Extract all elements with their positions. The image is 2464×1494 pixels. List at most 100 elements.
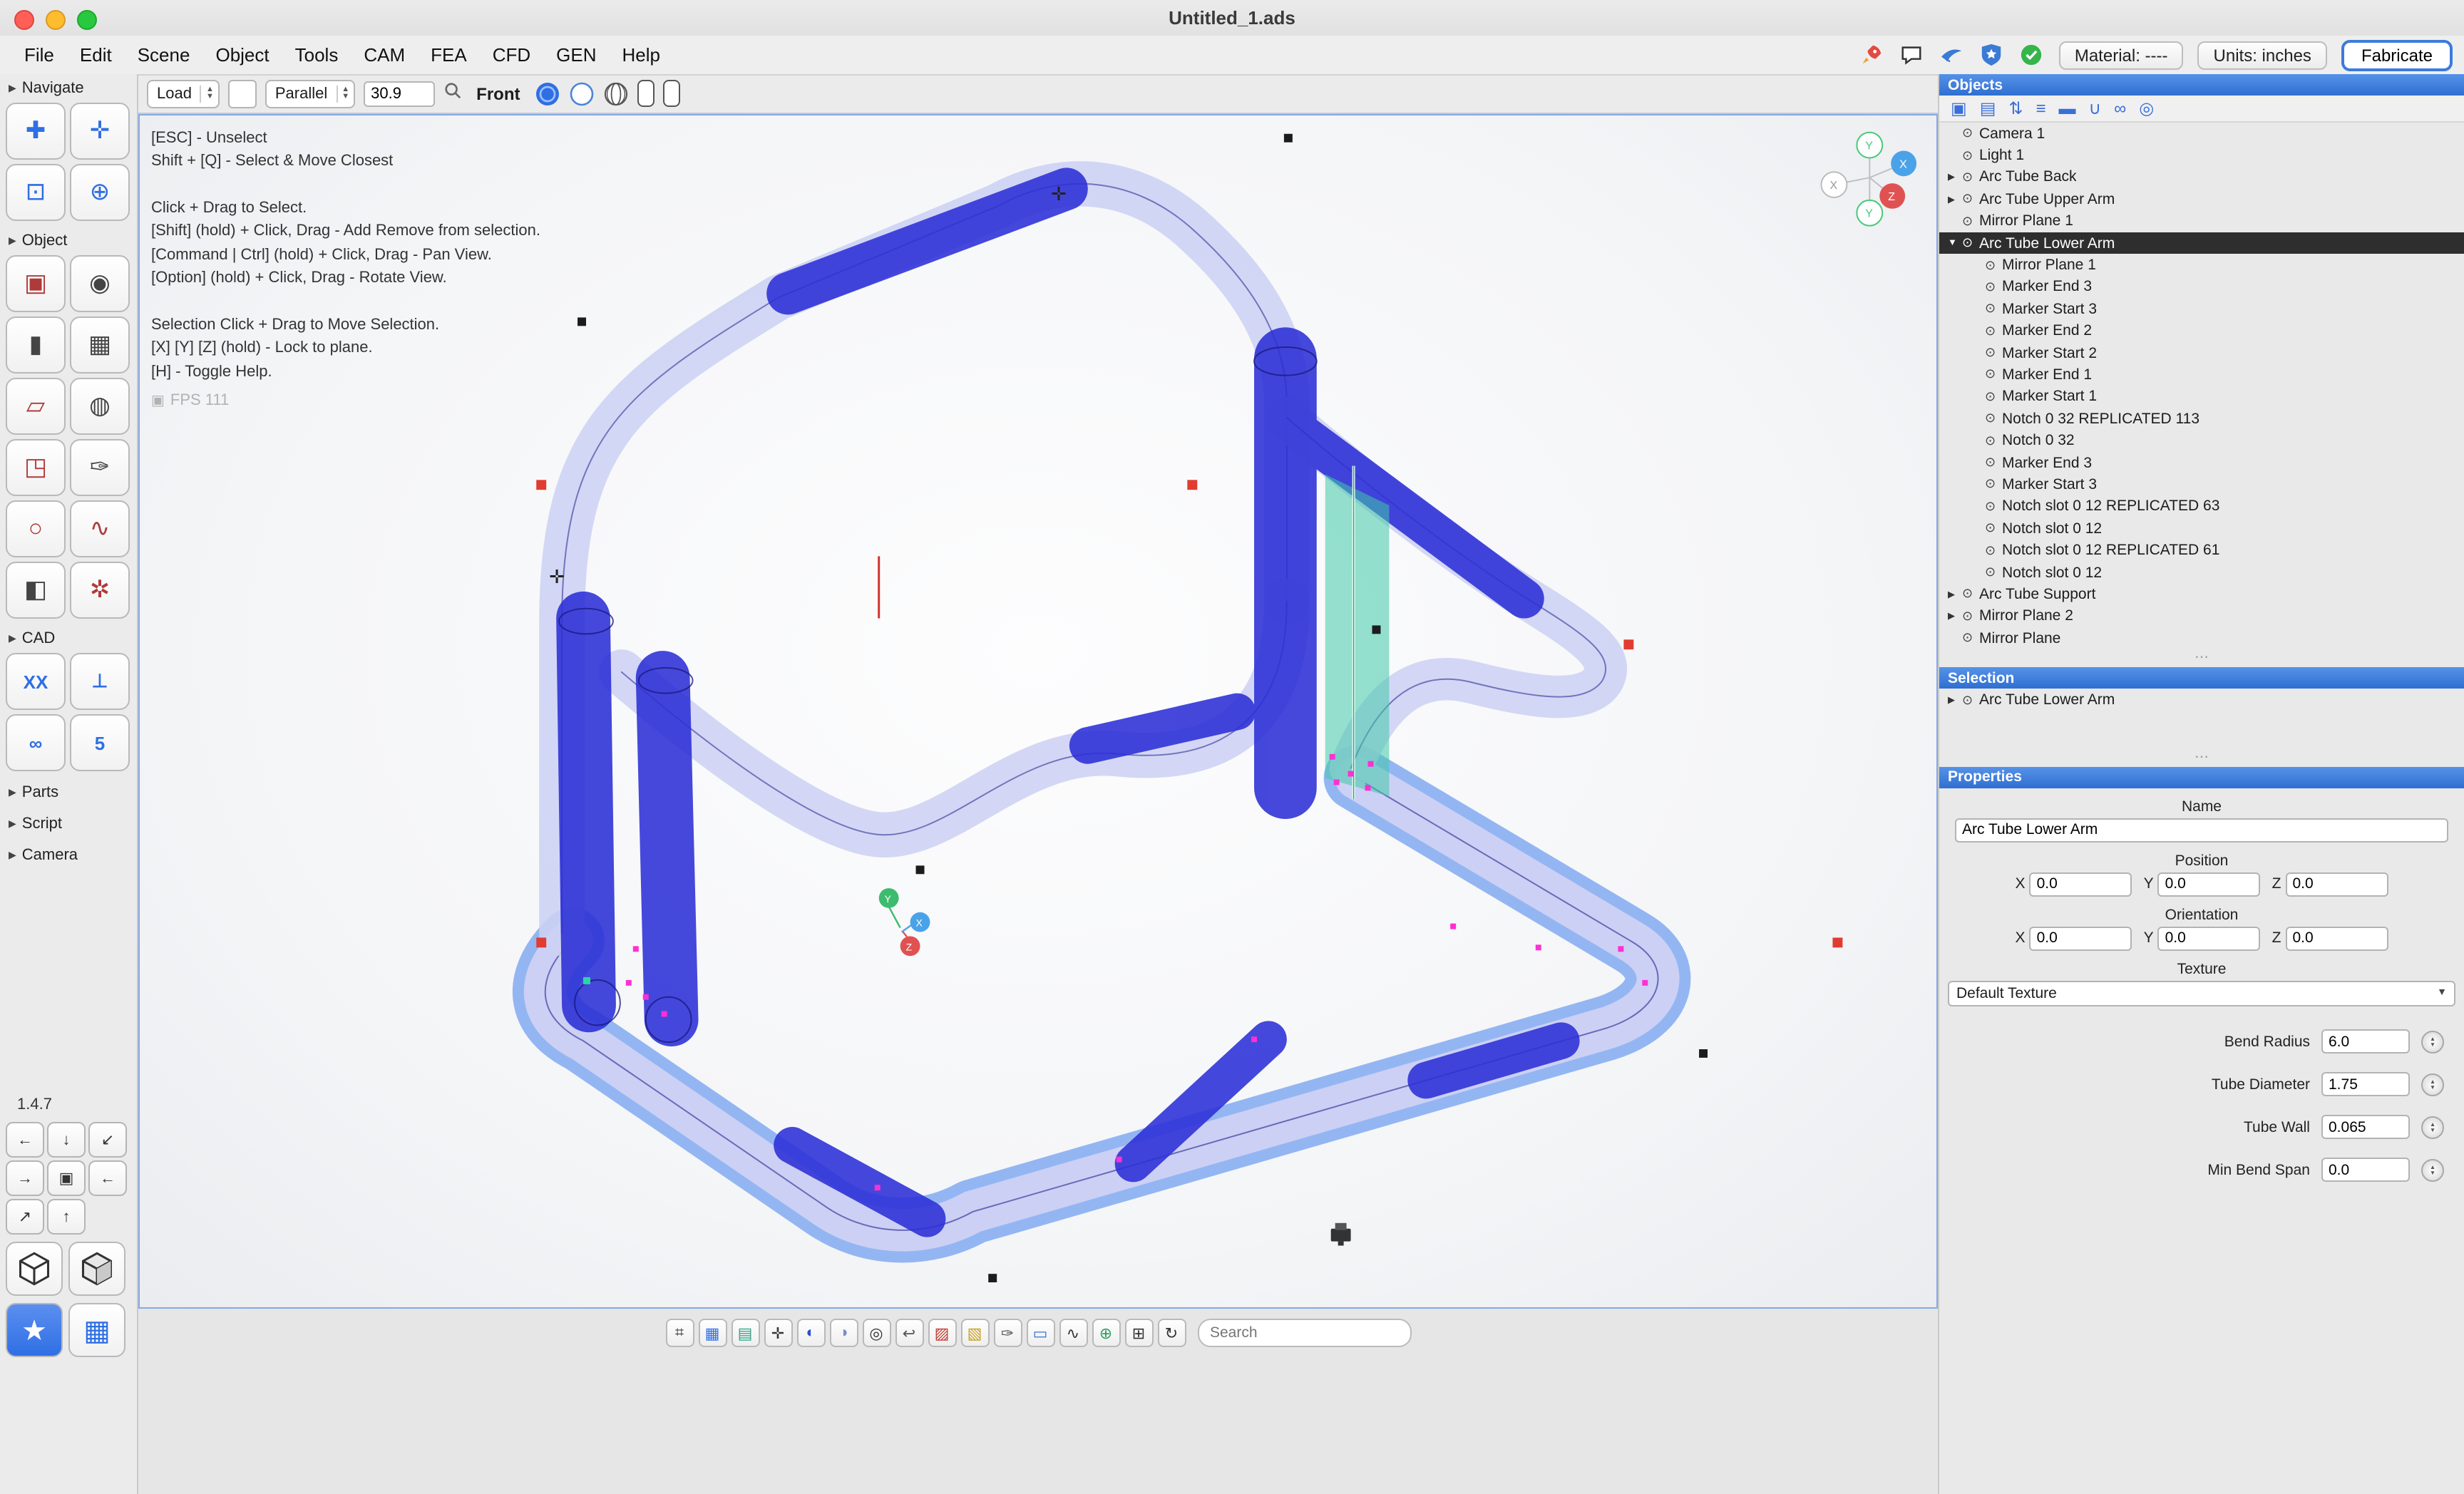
view-cube-button[interactable]: ▣ [47, 1160, 86, 1196]
frame-snap-icon[interactable]: ⌗ [665, 1319, 694, 1347]
box-tool[interactable]: ▣ [6, 255, 66, 312]
library-icon[interactable]: ▭ [1026, 1319, 1054, 1347]
mesh-sphere-tool[interactable]: ◍ [70, 378, 130, 435]
param-stepper[interactable]: ▲▼ [2421, 1073, 2444, 1096]
tree-item[interactable]: Marker Start 2 [1939, 342, 2464, 364]
material-button[interactable]: Material: ---- [2059, 41, 2184, 69]
linkage-tool[interactable]: ∞ [6, 714, 66, 771]
search-input[interactable] [1197, 1319, 1411, 1347]
disclosure-caret-icon[interactable] [1948, 611, 1962, 622]
axis-input[interactable] [2285, 927, 2388, 951]
shield-icon[interactable] [1979, 42, 2005, 68]
menu-item[interactable]: CFD [480, 44, 543, 66]
orbit-tool[interactable]: ⊕ [70, 164, 130, 221]
tree-item[interactable]: Mirror Plane 1 [1939, 210, 2464, 232]
target-icon[interactable]: ◎ [2139, 98, 2154, 118]
comment-icon[interactable] [1899, 42, 1925, 68]
tree-item[interactable]: Notch 0 32 [1939, 430, 2464, 452]
sphere-tool[interactable]: ◉ [70, 255, 130, 312]
disclosure-caret-icon[interactable] [1948, 238, 1962, 248]
menu-item[interactable]: Tools [282, 44, 351, 66]
pan-down-button[interactable]: ↓ [47, 1122, 86, 1158]
tree-item[interactable]: Marker End 3 [1939, 276, 2464, 298]
count-select-tool[interactable]: 5 [70, 714, 130, 771]
param-stepper[interactable]: ▲▼ [2421, 1116, 2444, 1139]
shaded-cube-view-button[interactable] [68, 1242, 125, 1296]
param-input[interactable] [2321, 1116, 2410, 1140]
tree-item[interactable]: Arc Tube Support [1939, 583, 2464, 605]
box-select-tool[interactable]: ⊡ [6, 164, 66, 221]
param-stepper[interactable]: ▲▼ [2421, 1031, 2444, 1053]
tree-item[interactable]: Light 1 [1939, 145, 2464, 167]
back-view-button[interactable]: ← [88, 1160, 127, 1196]
3d-scene[interactable]: ✛ ✛ Y X [140, 115, 1936, 1308]
close-button[interactable] [14, 10, 34, 30]
param-input[interactable] [2321, 1158, 2410, 1183]
merge-icon[interactable]: ∪ [2089, 98, 2102, 118]
section-navigate[interactable]: ▶ Navigate [0, 74, 137, 100]
tree-item[interactable]: Notch 0 32 REPLICATED 113 [1939, 408, 2464, 430]
collapsed-section[interactable]: ▶ Parts [0, 777, 137, 808]
tube-toggle-icon[interactable] [637, 81, 654, 108]
tree-item[interactable]: Marker Start 3 [1939, 298, 2464, 320]
menu-item[interactable]: FEA [418, 44, 480, 66]
axis-tool[interactable]: ✲ [70, 562, 130, 619]
param-input[interactable] [2321, 1073, 2410, 1097]
tree-item[interactable]: Arc Tube Upper Arm [1939, 188, 2464, 210]
menu-item[interactable]: CAM [351, 44, 418, 66]
tree-item[interactable]: Arc Tube Back [1939, 167, 2464, 189]
render-view-icon[interactable]: ▤ [731, 1319, 759, 1347]
blocks-button[interactable]: ▦ [68, 1303, 125, 1357]
corner-view-button[interactable]: ↙ [88, 1122, 127, 1158]
audio-icon[interactable]: ∿ [1059, 1319, 1087, 1347]
tree-item[interactable]: Notch slot 0 12 REPLICATED 61 [1939, 540, 2464, 562]
pan-right-button[interactable]: → [6, 1160, 44, 1196]
units-button[interactable]: Units: inches [2198, 41, 2327, 69]
preset-well[interactable] [228, 80, 257, 108]
axis-input[interactable] [2158, 872, 2261, 897]
tree-item[interactable]: Mirror Plane 2 [1939, 605, 2464, 627]
tree-item[interactable]: Marker End 1 [1939, 364, 2464, 386]
name-input[interactable] [1955, 818, 2448, 843]
tree-item[interactable]: Marker End 3 [1939, 452, 2464, 474]
collapsed-section[interactable]: ▶ Camera [0, 840, 137, 871]
circle-tool[interactable]: ○ [6, 500, 66, 557]
projection-dropdown[interactable]: Parallel ▲▼ [265, 80, 355, 108]
panel-resize-handle[interactable]: ⋯ [1939, 649, 2464, 668]
axis-input[interactable] [2030, 927, 2132, 951]
axis-input[interactable] [2158, 927, 2261, 951]
circle-view-icon[interactable] [568, 81, 594, 107]
pan-up-button[interactable]: ↑ [47, 1199, 86, 1235]
tools-tool[interactable]: ✑ [70, 439, 130, 496]
tree-item[interactable]: Notch slot 0 12 REPLICATED 63 [1939, 495, 2464, 517]
grid-tool[interactable]: ▦ [70, 316, 130, 374]
shade-dark-icon[interactable]: ◐ [796, 1319, 825, 1347]
menu-item[interactable]: Help [610, 44, 674, 66]
wire-cube-view-button[interactable] [6, 1242, 63, 1296]
send-icon[interactable] [1939, 42, 1965, 68]
cnc-tool[interactable]: XX [6, 653, 66, 710]
curve-tool[interactable]: ∿ [70, 500, 130, 557]
magnet-grid-icon[interactable]: ▦ [698, 1319, 727, 1347]
tree-item[interactable]: Arc Tube Lower Arm [1939, 232, 2464, 254]
menu-item[interactable]: Scene [125, 44, 203, 66]
tree-item[interactable]: Mirror Plane [1939, 627, 2464, 649]
pan-left-button[interactable]: ← [6, 1122, 44, 1158]
link-icon[interactable]: ∞ [2114, 98, 2126, 118]
magnifier-icon[interactable] [443, 81, 462, 107]
disclosure-caret-icon[interactable] [1948, 194, 1962, 205]
section-view-icon[interactable]: ◎ [862, 1319, 890, 1347]
tree-item[interactable]: Marker Start 1 [1939, 386, 2464, 408]
table-icon[interactable]: ⊞ [1124, 1319, 1153, 1347]
jig-tool[interactable]: ⊥ [70, 653, 130, 710]
projection-lock-icon[interactable] [534, 81, 560, 107]
param-stepper[interactable]: ▲▼ [2421, 1159, 2444, 1182]
texture-paint-icon[interactable]: ▧ [960, 1319, 989, 1347]
undo-icon[interactable]: ↩ [895, 1319, 923, 1347]
param-input[interactable] [2321, 1030, 2410, 1054]
shade-light-icon[interactable]: ◑ [829, 1319, 858, 1347]
annotate-icon[interactable]: ✑ [993, 1319, 1022, 1347]
minimize-button[interactable] [46, 10, 66, 30]
tree-item[interactable]: Camera 1 [1939, 123, 2464, 145]
tree-item[interactable]: Notch slot 0 12 [1939, 517, 2464, 540]
